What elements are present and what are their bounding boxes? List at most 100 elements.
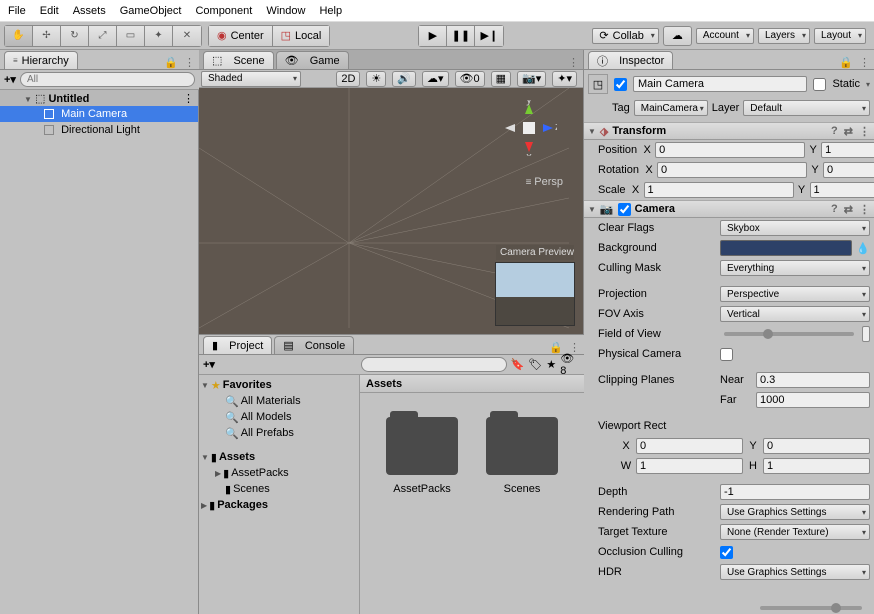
context-menu-icon[interactable]: ⋮ (859, 125, 870, 138)
background-color[interactable] (720, 240, 852, 256)
asset-folder[interactable]: AssetPacks (384, 417, 460, 495)
scene-fx-toggle[interactable]: ☁▾ (422, 71, 449, 87)
gizmos-dropdown[interactable]: ✦▾ (552, 71, 577, 87)
vp-x[interactable] (636, 438, 743, 454)
scene-audio-toggle[interactable]: 🔊 (392, 71, 416, 87)
project-search[interactable] (361, 357, 507, 372)
menu-component[interactable]: Component (195, 5, 252, 17)
projection-dropdown[interactable]: Perspective (720, 286, 870, 302)
transform-header[interactable]: ▼⬗Transform?⇄⋮ (584, 122, 874, 140)
preset-icon[interactable]: ⇄ (844, 203, 853, 216)
clear-flags-dropdown[interactable]: Skybox (720, 220, 870, 236)
pos-x[interactable] (655, 142, 805, 158)
hierarchy-item-directional-light[interactable]: Directional Light (0, 122, 198, 138)
near-value[interactable] (756, 372, 870, 388)
thumbnail-size-slider[interactable] (756, 606, 866, 610)
scene-grid-toggle[interactable]: ▦ (491, 71, 511, 87)
scene-row[interactable]: ▼ ⬚ Untitled ⋮ (0, 90, 198, 106)
scene-hidden-toggle[interactable]: 👁0 (455, 71, 485, 87)
asset-child[interactable]: ▮ Scenes (199, 481, 359, 497)
menu-help[interactable]: Help (319, 5, 342, 17)
layout-dropdown[interactable]: Layout (814, 28, 866, 44)
hierarchy-search[interactable] (20, 72, 195, 87)
preset-icon[interactable]: ⇄ (844, 125, 853, 138)
project-tab[interactable]: ▮ Project (203, 336, 272, 354)
hidden-count[interactable]: 👁8 (560, 352, 580, 377)
favorites-row[interactable]: ▼ ★ Favorites (199, 377, 359, 393)
object-name-field[interactable] (633, 76, 807, 92)
fov-slider[interactable] (724, 332, 854, 336)
help-icon[interactable]: ? (831, 125, 838, 138)
menu-assets[interactable]: Assets (73, 5, 106, 17)
panel-menu-icon[interactable]: ⋮ (859, 56, 870, 69)
rotate-tool[interactable]: ↻ (61, 26, 89, 46)
cloud-button[interactable]: ☁ (663, 26, 692, 46)
hierarchy-item-main-camera[interactable]: Main Camera (0, 106, 198, 122)
search-label-icon[interactable]: 🏷 (528, 358, 542, 371)
create-dropdown[interactable]: +▾ (4, 73, 16, 86)
custom-tool[interactable]: ✕ (173, 26, 201, 46)
panel-lock-icon[interactable]: 🔒 (164, 56, 178, 69)
far-value[interactable] (756, 392, 870, 408)
assets-breadcrumb[interactable]: Assets (360, 375, 584, 393)
rot-y[interactable] (823, 162, 874, 178)
rendering-path-dropdown[interactable]: Use Graphics Settings (720, 504, 870, 520)
hand-tool[interactable]: ✋ (5, 26, 33, 46)
panel-lock-icon[interactable]: 🔒 (839, 56, 853, 69)
fov-value[interactable] (862, 326, 870, 342)
asset-folder[interactable]: Scenes (484, 417, 560, 495)
camera-header[interactable]: ▼📷Camera?⇄⋮ (584, 200, 874, 218)
account-dropdown[interactable]: Account (696, 28, 754, 44)
fav-item[interactable]: 🔍 All Materials (199, 393, 359, 409)
rot-x[interactable] (657, 162, 807, 178)
game-tab[interactable]: 👁 Game (276, 51, 349, 69)
static-checkbox[interactable] (813, 78, 826, 91)
mode-2d-button[interactable]: 2D (336, 71, 360, 87)
pause-button[interactable]: ❚❚ (447, 26, 475, 46)
asset-child[interactable]: ▶ ▮ AssetPacks (199, 465, 359, 481)
help-icon[interactable]: ? (831, 203, 838, 216)
gameobject-icon[interactable]: ◳ (588, 74, 608, 94)
vp-h[interactable] (763, 458, 870, 474)
eyedropper-icon[interactable]: 💧 (856, 242, 870, 255)
panel-menu-icon[interactable]: ⋮ (184, 56, 195, 69)
hierarchy-tab[interactable]: ≡Hierarchy (4, 51, 78, 69)
pos-y[interactable] (821, 142, 874, 158)
camera-enabled-checkbox[interactable] (618, 203, 631, 216)
scene-tab[interactable]: ⬚ Scene (203, 51, 274, 69)
scene-viewport[interactable]: y z x ≡ Persp Camera Preview (199, 88, 583, 334)
hdr-dropdown[interactable]: Use Graphics Settings (720, 564, 870, 580)
orientation-gizmo[interactable]: y z x (501, 100, 557, 156)
menu-gameobject[interactable]: GameObject (120, 5, 182, 17)
scene-camera-icon[interactable]: 📷▾ (517, 71, 546, 87)
active-checkbox[interactable] (614, 78, 627, 91)
fov-axis-dropdown[interactable]: Vertical (720, 306, 870, 322)
shading-dropdown[interactable]: Shaded (201, 71, 301, 87)
depth-value[interactable] (720, 484, 870, 500)
target-texture-field[interactable]: None (Render Texture) (720, 524, 870, 540)
console-tab[interactable]: ▤ Console (274, 336, 354, 354)
collab-dropdown[interactable]: ⟳Collab (592, 28, 658, 44)
inspector-tab[interactable]: ⓘ Inspector (588, 51, 673, 69)
layer-dropdown[interactable]: Default (743, 100, 870, 116)
scene-light-toggle[interactable]: ☀ (366, 71, 386, 87)
menu-window[interactable]: Window (266, 5, 305, 17)
physical-camera-checkbox[interactable] (720, 348, 733, 361)
tag-dropdown[interactable]: MainCamera (634, 100, 708, 116)
project-create-dropdown[interactable]: +▾ (203, 358, 215, 371)
fav-item[interactable]: 🔍 All Prefabs (199, 425, 359, 441)
scene-menu-icon[interactable]: ⋮ (183, 92, 194, 105)
panel-menu-icon[interactable]: ⋮ (568, 56, 579, 69)
transform-tool[interactable]: ✦ (145, 26, 173, 46)
layers-dropdown[interactable]: Layers (758, 28, 810, 44)
pivot-button[interactable]: ◉Center (209, 26, 273, 46)
menu-edit[interactable]: Edit (40, 5, 59, 17)
favorite-star-icon[interactable]: ★ (546, 358, 556, 371)
packages-row[interactable]: ▶ ▮ Packages (199, 497, 359, 513)
vp-y[interactable] (763, 438, 870, 454)
fav-item[interactable]: 🔍 All Models (199, 409, 359, 425)
move-tool[interactable]: ✢ (33, 26, 61, 46)
rect-tool[interactable]: ▭ (117, 26, 145, 46)
scale-tool[interactable]: ⤢ (89, 26, 117, 46)
handle-button[interactable]: ◳Local (273, 26, 330, 46)
